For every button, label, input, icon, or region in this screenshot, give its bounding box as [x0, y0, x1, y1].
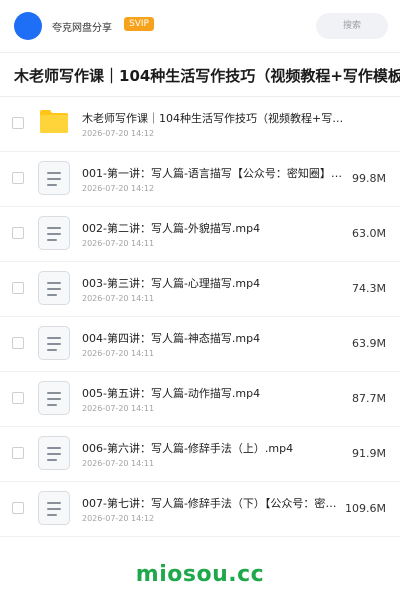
checkbox[interactable] — [12, 282, 24, 294]
checkbox[interactable] — [12, 227, 24, 239]
document-icon — [38, 326, 70, 360]
checkbox[interactable] — [12, 337, 24, 349]
file-name: 002-第二讲：写人篇-外貌描写.mp4 — [82, 222, 261, 235]
file-name: 木老师写作课｜104种生活写作技巧（视频教程+写作模板+ — [82, 112, 352, 125]
list-item[interactable]: 003-第三讲：写人篇-心理描写.mp4 2026-07-20 14:11 74… — [0, 262, 400, 317]
document-icon — [38, 271, 70, 305]
file-date: 2026-07-20 14:12 — [82, 129, 155, 138]
list-item[interactable]: 006-第六讲：写人篇-修辞手法（上）.mp4 2026-07-20 14:11… — [0, 427, 400, 482]
document-icon — [38, 491, 70, 525]
file-name: 007-第七讲：写人篇-修辞手法（下）【公众号：密知圈】.mp4 — [82, 497, 344, 510]
file-size: 109.6M — [345, 502, 386, 515]
page-title: 木老师写作课｜104种生活写作技巧（视频教程+写作模板+ — [14, 67, 400, 85]
folder-icon — [40, 110, 68, 133]
file-list: 木老师写作课｜104种生活写作技巧（视频教程+写作模板+ 2026-07-20 … — [0, 97, 400, 537]
file-date: 2026-07-20 14:11 — [82, 239, 155, 248]
checkbox[interactable] — [12, 392, 24, 404]
document-icon — [38, 216, 70, 250]
list-item[interactable]: 001-第一讲：写人篇-语言描写【公众号：密知圈】.mp4 2026-07-20… — [0, 152, 400, 207]
file-size: 63.9M — [352, 337, 386, 350]
document-icon — [38, 381, 70, 415]
file-date: 2026-07-20 14:11 — [82, 459, 155, 468]
document-icon — [38, 436, 70, 470]
watermark: miosou.cc — [135, 562, 265, 587]
file-date: 2026-07-20 14:11 — [82, 404, 155, 413]
file-size: 87.7M — [352, 392, 386, 405]
search-input[interactable]: 搜索 — [316, 13, 388, 39]
checkbox[interactable] — [12, 172, 24, 184]
vip-badge: SVIP — [124, 17, 154, 31]
checkbox[interactable] — [12, 502, 24, 514]
file-date: 2026-07-20 14:12 — [82, 184, 155, 193]
list-item[interactable]: 002-第二讲：写人篇-外貌描写.mp4 2026-07-20 14:11 63… — [0, 207, 400, 262]
file-size: 91.9M — [352, 447, 386, 460]
file-size: 63.0M — [352, 227, 386, 240]
list-item[interactable]: 木老师写作课｜104种生活写作技巧（视频教程+写作模板+ 2026-07-20 … — [0, 97, 400, 152]
user-name: 夸克网盘分享 — [52, 23, 112, 34]
avatar[interactable] — [14, 12, 42, 40]
top-bar: 夸克网盘分享 SVIP 搜索 — [0, 0, 400, 52]
file-size: 74.3M — [352, 282, 386, 295]
file-name: 005-第五讲：写人篇-动作描写.mp4 — [82, 387, 261, 400]
divider — [0, 52, 400, 53]
file-name: 003-第三讲：写人篇-心理描写.mp4 — [82, 277, 261, 290]
file-name: 004-第四讲：写人篇-神态描写.mp4 — [82, 332, 261, 345]
file-date: 2026-07-20 14:12 — [82, 514, 155, 523]
document-icon — [38, 161, 70, 195]
list-item[interactable]: 005-第五讲：写人篇-动作描写.mp4 2026-07-20 14:11 87… — [0, 372, 400, 427]
list-item[interactable]: 007-第七讲：写人篇-修辞手法（下）【公众号：密知圈】.mp4 2026-07… — [0, 482, 400, 537]
list-item[interactable]: 004-第四讲：写人篇-神态描写.mp4 2026-07-20 14:11 63… — [0, 317, 400, 372]
file-name: 006-第六讲：写人篇-修辞手法（上）.mp4 — [82, 442, 294, 455]
file-date: 2026-07-20 14:11 — [82, 349, 155, 358]
checkbox[interactable] — [12, 117, 24, 129]
file-size: 99.8M — [352, 172, 386, 185]
file-name: 001-第一讲：写人篇-语言描写【公众号：密知圈】.mp4 — [82, 167, 344, 180]
file-date: 2026-07-20 14:11 — [82, 294, 155, 303]
checkbox[interactable] — [12, 447, 24, 459]
